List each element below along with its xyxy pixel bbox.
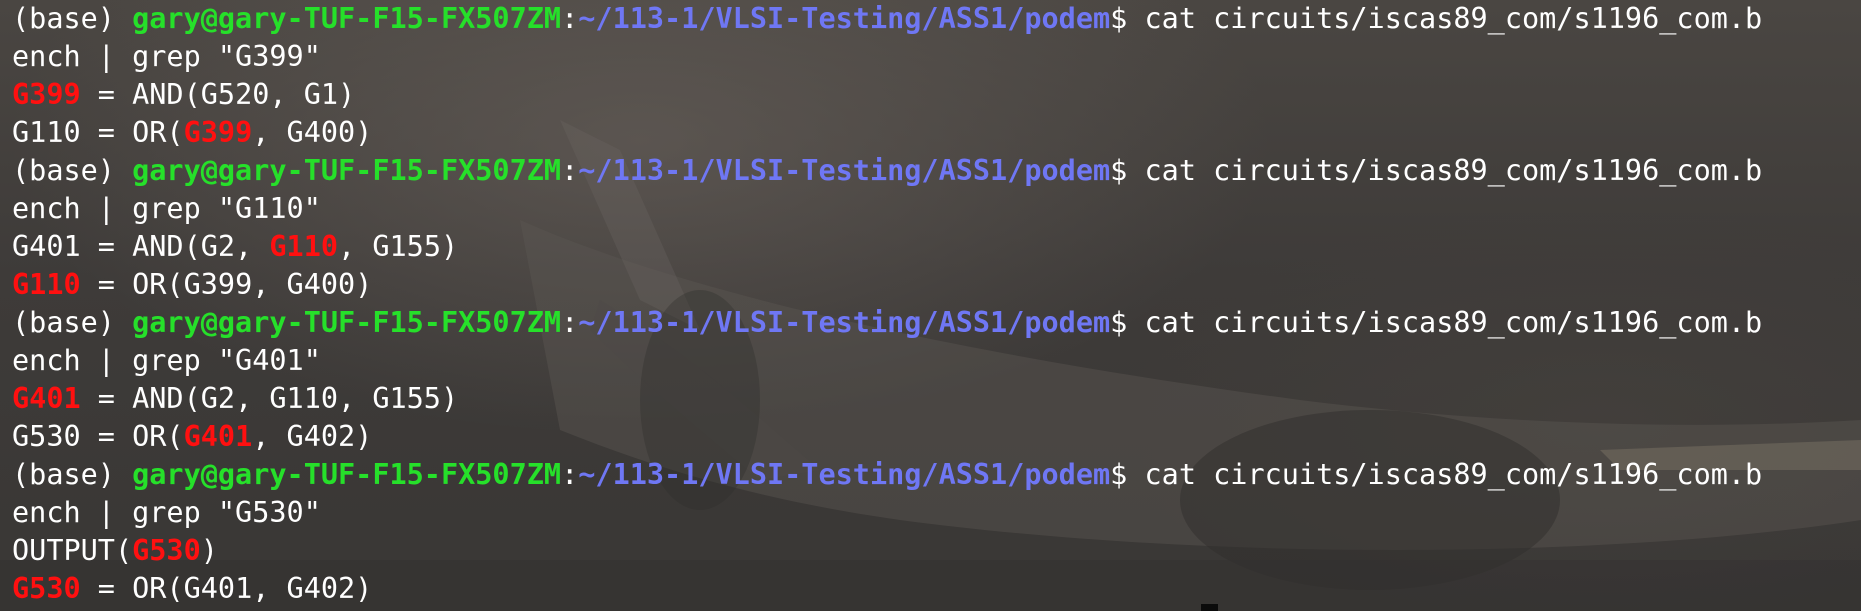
- grep-match: G110: [269, 230, 339, 263]
- conda-env: (base): [12, 458, 133, 491]
- command-text: cat circuits/iscas89_com/s1196_com.b: [1144, 306, 1763, 339]
- output-text: G110 = OR(: [12, 116, 184, 149]
- command-text: ench | grep "G401": [12, 344, 321, 377]
- output-text: = AND(G2, G110, G155): [80, 382, 459, 415]
- prompt-cwd: ~/113-1/VLSI-Testing/ASS1/podem: [578, 306, 1111, 339]
- prompt-cwd: ~/113-1/VLSI-Testing/ASS1/podem: [578, 458, 1111, 491]
- mouse-cursor: [1201, 604, 1218, 611]
- output-text: , G155): [338, 230, 459, 263]
- grep-match: G110: [12, 268, 81, 301]
- prompt-symbol: $: [1110, 306, 1145, 339]
- conda-env: (base): [12, 306, 133, 339]
- conda-env: (base): [12, 2, 133, 35]
- output-text: OUTPUT(: [12, 534, 133, 567]
- command-text: cat circuits/iscas89_com/s1196_com.b: [1144, 154, 1763, 187]
- output-text: ): [200, 534, 218, 567]
- prompt-separator: :: [561, 154, 579, 187]
- output-text: = AND(G520, G1): [80, 78, 356, 111]
- output-line: G530 = OR(G401, G402): [12, 418, 1861, 456]
- prompt-user-host: gary@gary-TUF-F15-FX507ZM: [132, 154, 562, 187]
- prompt-cwd: ~/113-1/VLSI-Testing/ASS1/podem: [578, 2, 1111, 35]
- command-text: ench | grep "G530": [12, 496, 321, 529]
- command-continuation-line: ench | grep "G401": [12, 342, 1861, 380]
- grep-match: G530: [12, 572, 81, 605]
- prompt-line: (base) gary@gary-TUF-F15-FX507ZM:~/113-1…: [12, 152, 1861, 190]
- grep-match: G399: [12, 78, 81, 111]
- output-line: G401 = AND(G2, G110, G155): [12, 380, 1861, 418]
- prompt-user-host: gary@gary-TUF-F15-FX507ZM: [132, 306, 562, 339]
- output-text: G530 = OR(: [12, 420, 184, 453]
- prompt-user-host: gary@gary-TUF-F15-FX507ZM: [132, 2, 562, 35]
- prompt-line: (base) gary@gary-TUF-F15-FX507ZM:~/113-1…: [12, 0, 1861, 38]
- prompt-line: (base) gary@gary-TUF-F15-FX507ZM:~/113-1…: [12, 304, 1861, 342]
- prompt-line: (base) gary@gary-TUF-F15-FX507ZM:~/113-1…: [12, 456, 1861, 494]
- output-line: G110 = OR(G399, G400): [12, 266, 1861, 304]
- command-continuation-line: ench | grep "G530": [12, 494, 1861, 532]
- prompt-separator: :: [561, 2, 579, 35]
- grep-match: G399: [183, 116, 253, 149]
- output-text: = OR(G401, G402): [80, 572, 373, 605]
- command-text: cat circuits/iscas89_com/s1196_com.b: [1144, 458, 1763, 491]
- prompt-symbol: $: [1110, 458, 1145, 491]
- output-line: G401 = AND(G2, G110, G155): [12, 228, 1861, 266]
- prompt-separator: :: [561, 306, 579, 339]
- command-text: ench | grep "G399": [12, 40, 321, 73]
- output-line: G399 = AND(G520, G1): [12, 76, 1861, 114]
- output-line: OUTPUT(G530): [12, 532, 1861, 570]
- prompt-symbol: $: [1110, 154, 1145, 187]
- grep-match: G401: [183, 420, 253, 453]
- command-continuation-line: ench | grep "G399": [12, 38, 1861, 76]
- grep-match: G530: [132, 534, 201, 567]
- output-text: , G400): [252, 116, 373, 149]
- output-line: G110 = OR(G399, G400): [12, 114, 1861, 152]
- terminal-output[interactable]: (base) gary@gary-TUF-F15-FX507ZM:~/113-1…: [0, 0, 1861, 611]
- output-text: = OR(G399, G400): [80, 268, 373, 301]
- prompt-cwd: ~/113-1/VLSI-Testing/ASS1/podem: [578, 154, 1111, 187]
- prompt-user-host: gary@gary-TUF-F15-FX507ZM: [132, 458, 562, 491]
- output-text: G401 = AND(G2,: [12, 230, 270, 263]
- command-continuation-line: ench | grep "G110": [12, 190, 1861, 228]
- output-line: G530 = OR(G401, G402): [12, 570, 1861, 608]
- command-text: cat circuits/iscas89_com/s1196_com.b: [1144, 2, 1763, 35]
- output-text: , G402): [252, 420, 373, 453]
- prompt-symbol: $: [1110, 2, 1145, 35]
- prompt-separator: :: [561, 458, 579, 491]
- grep-match: G401: [12, 382, 81, 415]
- command-text: ench | grep "G110": [12, 192, 321, 225]
- conda-env: (base): [12, 154, 133, 187]
